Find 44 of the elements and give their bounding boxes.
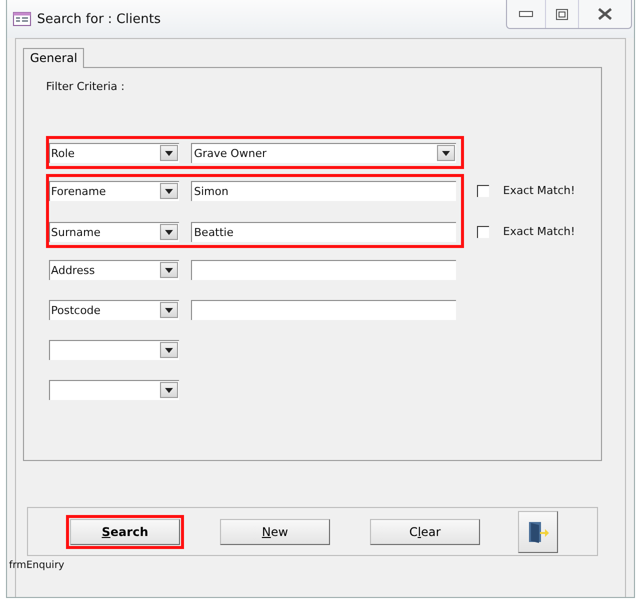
dropdown-button[interactable]	[160, 224, 178, 240]
exit-button[interactable]	[518, 510, 558, 552]
close-icon	[598, 8, 612, 20]
maximize-icon	[556, 8, 568, 20]
field-selector[interactable]: Address	[49, 260, 179, 280]
checkbox-label: Exact Match!	[503, 225, 576, 238]
dropdown-button[interactable]	[160, 145, 178, 161]
tab[interactable]: General	[23, 48, 84, 68]
minimize-icon	[519, 11, 533, 17]
window-title: Search for : Clients	[37, 12, 161, 26]
input-field[interactable]: Beattie	[191, 222, 456, 242]
caret-icon	[165, 230, 173, 234]
form-icon	[13, 12, 31, 26]
caret-icon	[165, 388, 173, 392]
field-selector[interactable]	[49, 340, 179, 360]
input-field[interactable]	[191, 300, 456, 320]
dropdown-button[interactable]	[160, 302, 178, 318]
value-dropdown[interactable]: Grave Owner	[191, 142, 456, 162]
input-field[interactable]: Simon	[191, 180, 456, 200]
action-button[interactable]: Clear	[370, 518, 480, 544]
dropdown-button[interactable]	[437, 145, 455, 161]
field-selector[interactable]	[49, 380, 179, 400]
caret-icon	[442, 150, 450, 156]
action-button[interactable]: New	[220, 518, 330, 544]
field-selector[interactable]: Role	[49, 142, 179, 162]
field-selector[interactable]: Surname	[49, 222, 179, 242]
dropdown-button[interactable]	[160, 342, 178, 358]
caret-icon	[165, 348, 173, 352]
input-field[interactable]	[191, 260, 456, 280]
dropdown-button[interactable]	[160, 382, 178, 398]
checkbox-label: Exact Match!	[503, 184, 576, 197]
field-selector[interactable]: Forename	[49, 180, 179, 200]
door-exit-icon	[527, 520, 549, 544]
field-selector[interactable]: Postcode	[49, 300, 179, 320]
section-heading: Filter Criteria :	[46, 80, 126, 95]
dropdown-button[interactable]	[160, 183, 178, 199]
caret-icon	[165, 150, 173, 156]
caret-icon	[165, 268, 173, 272]
caret-icon	[165, 308, 173, 312]
caret-icon	[165, 188, 173, 194]
form-name: frmEnquiry	[9, 560, 66, 571]
dropdown-button[interactable]	[160, 262, 178, 278]
checkbox[interactable]	[477, 184, 489, 196]
checkbox[interactable]	[477, 226, 489, 238]
